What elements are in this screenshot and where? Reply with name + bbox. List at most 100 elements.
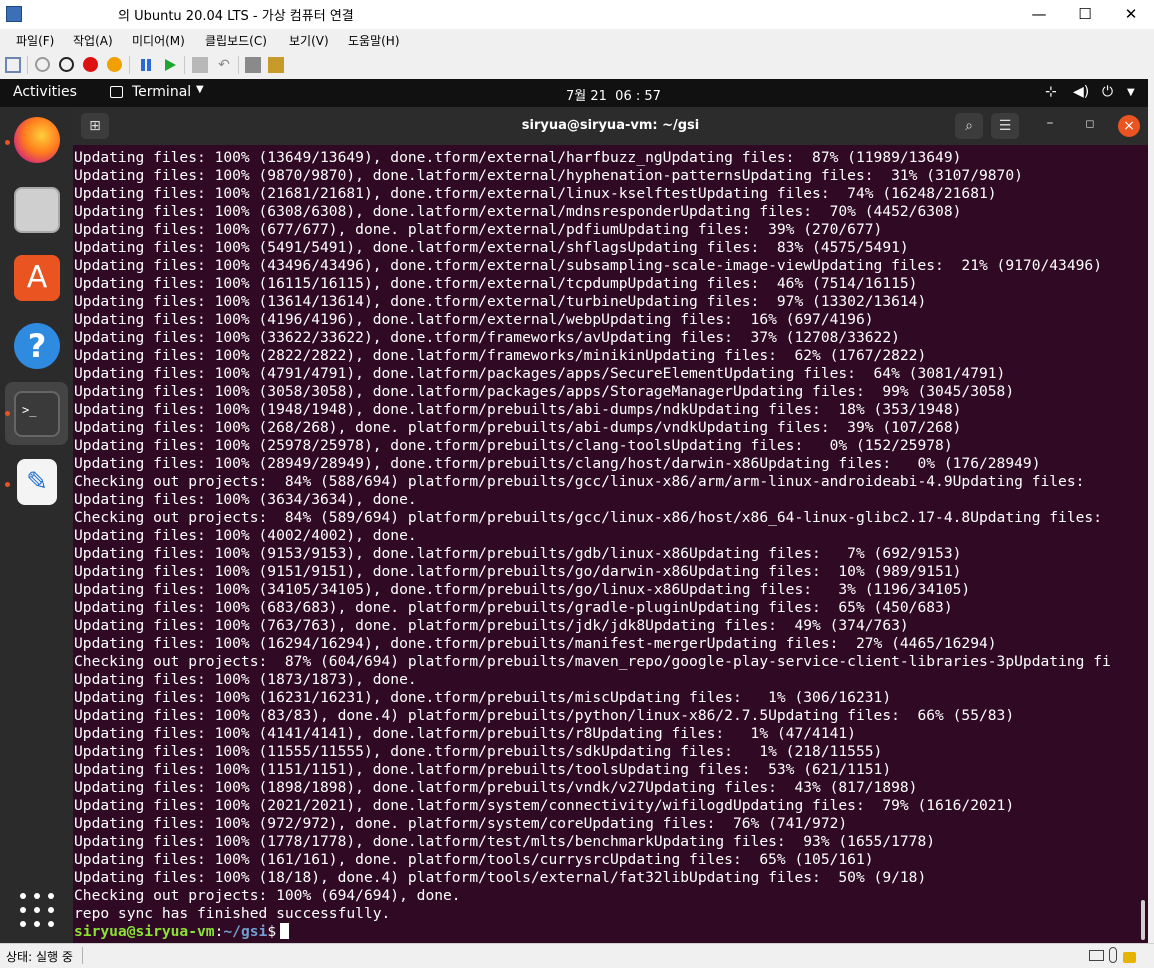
network-icon[interactable]: ⊹ bbox=[1045, 84, 1057, 100]
menu-file[interactable]: 파일(F) bbox=[16, 32, 54, 49]
menu-media[interactable]: 미디어(M) bbox=[132, 32, 185, 49]
terminal-line: Updating files: 100% (4002/4002), done. bbox=[74, 527, 417, 544]
terminal-line: Updating files: 100% (16231/16231), done… bbox=[74, 689, 892, 706]
terminal-line: Updating files: 100% (763/763), done. pl… bbox=[74, 617, 909, 634]
terminal-lines: Updating files: 100% (13649/13649), done… bbox=[74, 149, 1111, 941]
terminal-line: Updating files: 100% (2822/2822), done.l… bbox=[74, 347, 927, 364]
mouse-icon bbox=[1109, 947, 1117, 963]
keyboard-icon bbox=[1089, 950, 1104, 961]
terminal-output[interactable]: Updating files: 100% (13649/13649), done… bbox=[73, 145, 1148, 943]
toolbar-separator bbox=[27, 56, 28, 74]
window-title: 의 Ubuntu 20.04 LTS - 가상 컴퓨터 연결 bbox=[118, 9, 354, 24]
terminal-line: Updating files: 100% (1873/1873), done. bbox=[74, 671, 417, 688]
terminal-line: Updating files: 100% (4196/4196), done.l… bbox=[74, 311, 874, 328]
minimize-button[interactable]: — bbox=[1016, 0, 1062, 29]
terminal-line: Updating files: 100% (4141/4141), done.l… bbox=[74, 725, 856, 742]
search-icon[interactable]: ⌕ bbox=[955, 113, 983, 139]
status-separator bbox=[82, 947, 83, 964]
terminal-line: Updating files: 100% (9870/9870), done.l… bbox=[74, 167, 1023, 184]
terminal-line: Updating files: 100% (1948/1948), done.l… bbox=[74, 401, 962, 418]
volume-icon[interactable]: ◀) bbox=[1073, 84, 1089, 100]
terminal-line: Updating files: 100% (6308/6308), done.l… bbox=[74, 203, 962, 220]
terminal-line: Updating files: 100% (1898/1898), done.l… bbox=[74, 779, 918, 796]
toolbar-separator bbox=[184, 56, 185, 74]
terminal-line: Updating files: 100% (268/268), done. pl… bbox=[74, 419, 962, 436]
menu-view[interactable]: 보기(V) bbox=[289, 32, 329, 49]
terminal-line: Updating files: 100% (83/83), done.4) pl… bbox=[74, 707, 1015, 724]
shell-prompt[interactable]: siryua@siryua-vm:~/gsi$ bbox=[74, 923, 1111, 941]
terminal-line: Checking out projects: 84% (589/694) pla… bbox=[74, 509, 1102, 526]
terminal-line: Updating files: 100% (43496/43496), done… bbox=[74, 257, 1102, 274]
window-title-bar: 의 Ubuntu 20.04 LTS - 가상 컴퓨터 연결 — ☐ ✕ bbox=[0, 0, 1154, 29]
terminal-line: Updating files: 100% (683/683), done. pl… bbox=[74, 599, 953, 616]
terminal-line: Checking out projects: 100% (694/694), d… bbox=[74, 887, 461, 904]
terminal-maximize-icon[interactable]: ◻ bbox=[1080, 117, 1100, 130]
terminal-line: Updating files: 100% (161/161), done. pl… bbox=[74, 851, 874, 868]
terminal-line: Updating files: 100% (28949/28949), done… bbox=[74, 455, 1041, 472]
terminal-line: repo sync has finished successfully. bbox=[74, 905, 391, 922]
prompt-user: siryua@siryua-vm bbox=[74, 923, 215, 940]
window-edge bbox=[1148, 79, 1154, 943]
menu-clipboard[interactable]: 클립보드(C) bbox=[205, 32, 267, 49]
prompt-path: ~/gsi bbox=[223, 923, 268, 940]
show-applications-icon[interactable] bbox=[20, 893, 54, 927]
save-state-icon[interactable] bbox=[107, 57, 122, 72]
checkpoint-icon[interactable] bbox=[192, 57, 208, 73]
menu-action[interactable]: 작업(A) bbox=[73, 32, 113, 49]
revert-icon[interactable]: ↶ bbox=[216, 57, 232, 73]
menu-bar: 파일(F) 작업(A) 미디어(M) 클립보드(C) 보기(V) 도움말(H) bbox=[0, 29, 1154, 51]
terminal-line: Updating files: 100% (34105/34105), done… bbox=[74, 581, 971, 598]
terminal-scrollbar[interactable] bbox=[1141, 900, 1145, 940]
running-indicator bbox=[5, 411, 10, 416]
dock: A ? >_ ✎ bbox=[0, 107, 73, 943]
running-indicator bbox=[5, 482, 10, 487]
activities-button[interactable]: Activities bbox=[13, 84, 77, 100]
text-editor-icon[interactable]: ✎ bbox=[17, 459, 57, 505]
help-icon[interactable]: ? bbox=[14, 323, 60, 369]
terminal-line: Updating files: 100% (33622/33622), done… bbox=[74, 329, 900, 346]
terminal-small-icon bbox=[110, 86, 123, 98]
menu-help[interactable]: 도움말(H) bbox=[348, 32, 400, 49]
terminal-line: Updating files: 100% (13649/13649), done… bbox=[74, 149, 962, 166]
terminal-line: Updating files: 100% (16115/16115), done… bbox=[74, 275, 918, 292]
terminal-line: Updating files: 100% (16294/16294), done… bbox=[74, 635, 997, 652]
terminal-line: Updating files: 100% (21681/21681), done… bbox=[74, 185, 997, 202]
terminal-header-bar: ⊞ siryua@siryua-vm: ~/gsi ⌕ ☰ – ◻ × bbox=[73, 107, 1148, 145]
terminal-line: Updating files: 100% (25978/25978), done… bbox=[74, 437, 953, 454]
clock[interactable]: 7월 21 06 : 57 bbox=[566, 85, 661, 104]
power-icon[interactable]: ⏻ bbox=[1102, 84, 1113, 100]
terminal-icon[interactable]: >_ bbox=[14, 391, 60, 437]
toolbar: ↶ bbox=[0, 51, 1154, 80]
enhanced-session-icon[interactable] bbox=[245, 57, 261, 73]
terminal-line: Updating files: 100% (5491/5491), done.l… bbox=[74, 239, 909, 256]
terminal-line: Checking out projects: 84% (588/694) pla… bbox=[74, 473, 1085, 490]
resume-icon[interactable] bbox=[162, 57, 178, 73]
prompt-symbol: $ bbox=[267, 923, 277, 940]
terminal-line: Updating files: 100% (13614/13614), done… bbox=[74, 293, 927, 310]
terminal-close-icon[interactable]: × bbox=[1118, 115, 1140, 137]
firefox-icon[interactable] bbox=[14, 117, 60, 163]
terminal-line: Updating files: 100% (4791/4791), done.l… bbox=[74, 365, 1006, 382]
files-icon[interactable] bbox=[14, 187, 60, 233]
terminal-minimize-icon[interactable]: – bbox=[1040, 115, 1060, 131]
system-menu-chevron-icon[interactable]: ▼ bbox=[1127, 87, 1135, 98]
start-icon[interactable] bbox=[35, 57, 50, 72]
status-bar: 상태: 실행 중 bbox=[0, 943, 1154, 968]
maximize-button[interactable]: ☐ bbox=[1062, 0, 1108, 29]
terminal-line: Updating files: 100% (1778/1778), done.l… bbox=[74, 833, 936, 850]
share-icon[interactable] bbox=[268, 57, 284, 73]
terminal-line: Updating files: 100% (2021/2021), done.l… bbox=[74, 797, 1015, 814]
software-icon[interactable]: A bbox=[14, 255, 60, 301]
terminal-line: Updating files: 100% (3634/3634), done. bbox=[74, 491, 417, 508]
close-button[interactable]: ✕ bbox=[1108, 0, 1154, 29]
shutdown-icon[interactable] bbox=[83, 57, 98, 72]
gnome-top-bar: Activities Terminal ▼ 7월 21 06 : 57 ⊹ ◀)… bbox=[0, 79, 1148, 107]
lock-icon bbox=[1123, 952, 1136, 963]
terminal-line: Updating files: 100% (9153/9153), done.l… bbox=[74, 545, 962, 562]
terminal-title: siryua@siryua-vm: ~/gsi bbox=[521, 118, 700, 133]
turn-off-icon[interactable] bbox=[59, 57, 74, 72]
terminal-line: Updating files: 100% (1151/1151), done.l… bbox=[74, 761, 892, 778]
pause-icon[interactable] bbox=[138, 57, 154, 73]
ctrl-alt-del-icon[interactable] bbox=[5, 57, 21, 73]
hamburger-menu-icon[interactable]: ☰ bbox=[991, 113, 1019, 139]
